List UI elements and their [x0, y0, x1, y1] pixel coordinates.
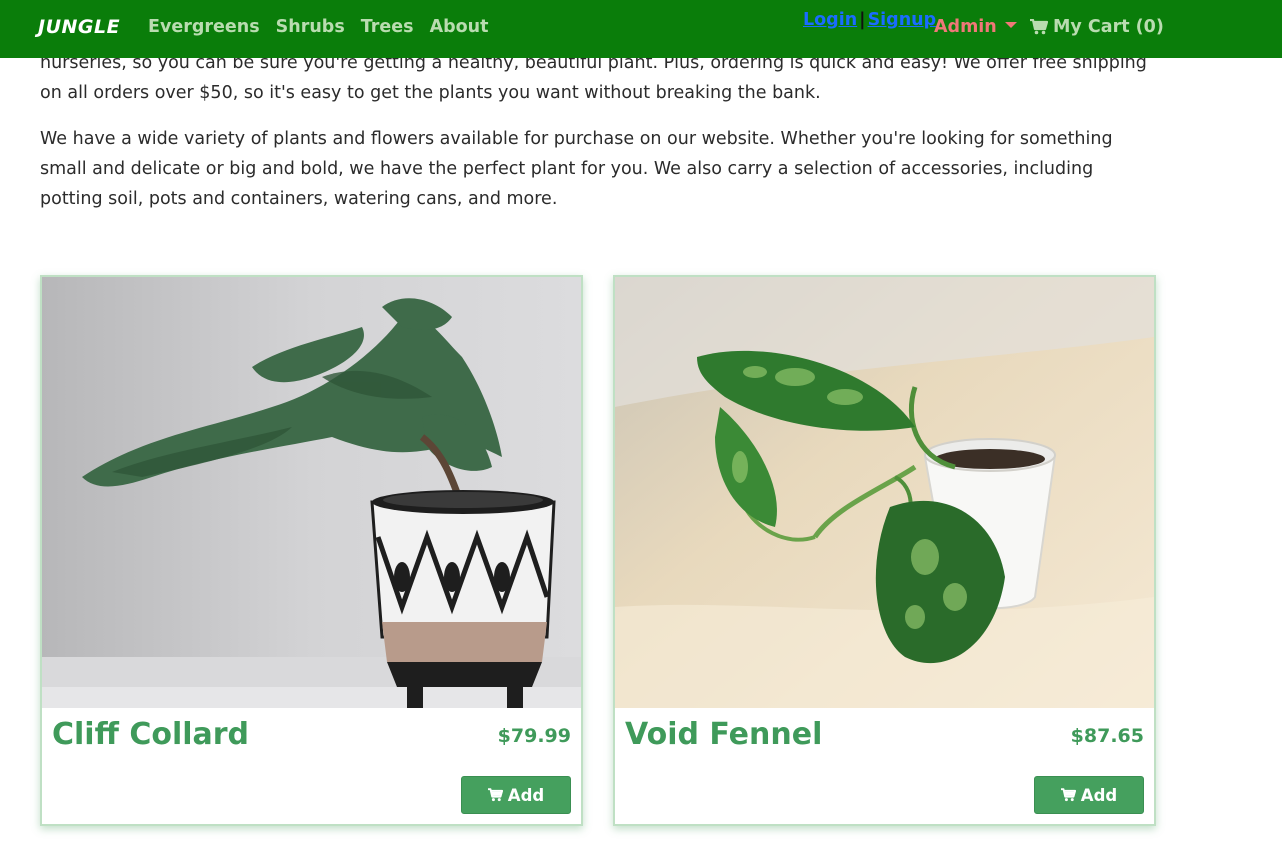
add-to-cart-button[interactable]: Add: [1034, 776, 1144, 814]
admin-label: Admin: [934, 17, 997, 37]
nav-link-trees[interactable]: Trees: [361, 17, 414, 37]
product-price: $79.99: [497, 725, 571, 747]
cart-label: My Cart (0): [1053, 17, 1164, 37]
caret-down-icon: [1004, 22, 1017, 28]
brand-logo[interactable]: JUNGLE: [38, 16, 120, 38]
product-name[interactable]: Cliff Collard: [52, 717, 249, 752]
login-link[interactable]: Login: [803, 10, 857, 30]
intro-paragraph-2: We have a wide variety of plants and flo…: [40, 129, 1113, 209]
auth-links: Login | Signup: [803, 10, 936, 30]
nav-link-evergreens[interactable]: Evergreens: [148, 17, 260, 37]
product-image[interactable]: [42, 277, 581, 708]
product-card: Cliff Collard $79.99 Add: [40, 275, 583, 826]
signup-link[interactable]: Signup: [868, 10, 937, 30]
nav-link-shrubs[interactable]: Shrubs: [276, 17, 345, 37]
product-name[interactable]: Void Fennel: [625, 717, 822, 752]
product-image[interactable]: [615, 277, 1154, 708]
nav-links: Evergreens Shrubs Trees About: [148, 17, 488, 37]
shopping-cart-icon: [1060, 788, 1076, 802]
shopping-cart-icon: [487, 788, 503, 802]
top-navbar: JUNGLE Evergreens Shrubs Trees About Log…: [0, 0, 1282, 58]
nav-link-about[interactable]: About: [430, 17, 489, 37]
add-to-cart-button[interactable]: Add: [461, 776, 571, 814]
shopping-cart-icon: [1030, 19, 1048, 35]
product-price: $87.65: [1070, 725, 1144, 747]
auth-separator: |: [859, 10, 866, 30]
cart-link[interactable]: My Cart (0): [1030, 17, 1164, 37]
intro-text: nurseries, so you can be sure you're get…: [40, 48, 1150, 230]
admin-dropdown[interactable]: Admin: [934, 17, 1017, 37]
product-card: Void Fennel $87.65 Add: [613, 275, 1156, 826]
add-button-label: Add: [1080, 785, 1118, 805]
add-button-label: Add: [507, 785, 545, 805]
